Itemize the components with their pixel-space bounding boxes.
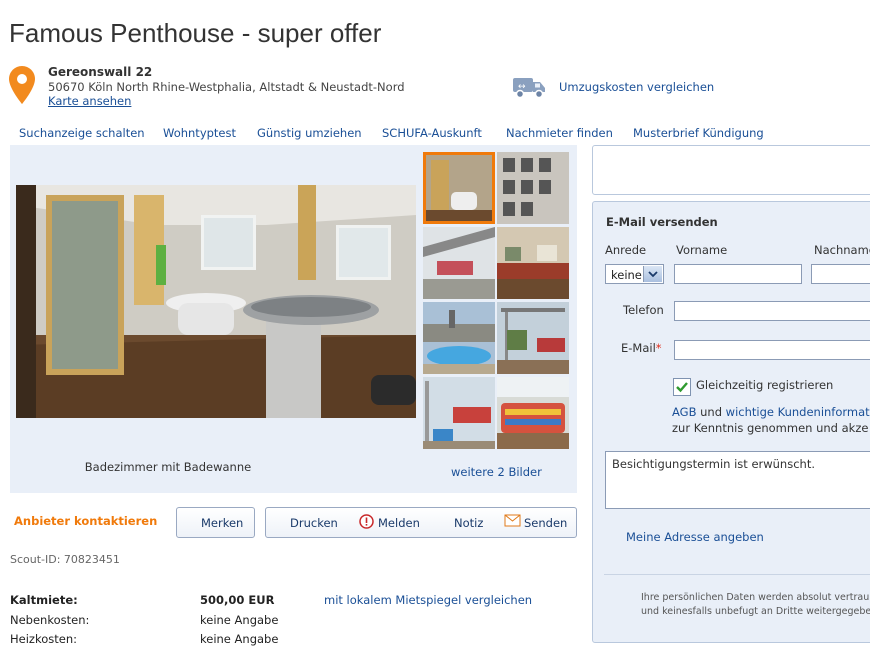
firstname-label: Vorname xyxy=(676,243,728,257)
thumbnail-1[interactable] xyxy=(423,152,495,224)
checkmark-icon xyxy=(676,382,688,393)
thumbnail-2[interactable] xyxy=(497,152,569,224)
privacy-note-line1: Ihre persönlichen Daten werden absolut v… xyxy=(641,592,870,603)
compare-moving-costs-link[interactable]: Umzugskosten vergleichen xyxy=(559,80,714,94)
email-label: E-Mail* xyxy=(621,341,662,355)
thumbnail-5[interactable] xyxy=(423,302,495,374)
thumbnail-7[interactable] xyxy=(423,377,495,449)
and-text: und xyxy=(700,405,723,419)
agb-link[interactable]: AGB xyxy=(672,405,696,419)
main-photo-bathroom[interactable] xyxy=(16,185,416,418)
cold-rent-value: 500,00 EUR xyxy=(200,593,275,607)
customer-info-link[interactable]: wichtige Kundeninformat xyxy=(726,405,870,419)
nav-schufa[interactable]: SCHUFA-Auskunft xyxy=(382,126,482,140)
note-button[interactable]: Notiz xyxy=(454,516,483,530)
lastname-input[interactable] xyxy=(811,264,870,284)
nav-find-tenant[interactable]: Nachmieter finden xyxy=(506,126,613,140)
contact-provider-button[interactable]: Anbieter kontaktieren xyxy=(14,514,157,528)
chevron-down-icon xyxy=(643,266,662,282)
additional-costs-label: Nebenkosten: xyxy=(10,613,90,627)
message-textarea[interactable]: Besichtigungstermin ist erwünscht. xyxy=(605,451,870,509)
thumbnail-6[interactable] xyxy=(497,302,569,374)
thumbnail-3[interactable] xyxy=(423,227,495,299)
salutation-select[interactable]: keine xyxy=(605,264,664,284)
send-envelope-icon xyxy=(504,514,521,527)
nav-search-ad[interactable]: Suchanzeige schalten xyxy=(19,126,145,140)
terms-line: AGB und wichtige Kundeninformat xyxy=(672,405,870,419)
more-photos-link[interactable]: weitere 2 Bilder xyxy=(451,465,542,479)
heating-costs-label: Heizkosten: xyxy=(10,632,77,646)
location-pin-icon xyxy=(9,66,35,104)
report-icon xyxy=(359,514,374,529)
address-street: Gereonswall 22 xyxy=(48,65,153,79)
photo-caption: Badezimmer mit Badewanne xyxy=(84,460,252,474)
thumbnail-8[interactable] xyxy=(497,377,569,449)
add-my-address-link[interactable]: Meine Adresse angeben xyxy=(626,530,764,544)
report-button[interactable]: Melden xyxy=(378,516,420,530)
salutation-label: Anrede xyxy=(605,243,647,257)
register-checkbox[interactable] xyxy=(673,378,691,396)
moving-truck-icon: ↔ xyxy=(513,78,545,99)
nav-living-type-test[interactable]: Wohntyptest xyxy=(163,126,236,140)
print-button[interactable]: Drucken xyxy=(290,516,338,530)
address-city: 50670 Köln North Rhine-Westphalia, Altst… xyxy=(48,80,405,94)
bookmark-button[interactable]: Merken xyxy=(176,507,255,538)
top-right-box xyxy=(592,145,870,195)
consent-text: zur Kenntnis genommen und akze xyxy=(672,421,869,435)
compare-rent-index-link[interactable]: mit lokalem Mietspiegel vergleichen xyxy=(324,593,532,607)
nav-cheap-moving[interactable]: Günstig umziehen xyxy=(257,126,362,140)
cold-rent-label: Kaltmiete: xyxy=(10,593,78,607)
email-form-heading: E-Mail versenden xyxy=(606,215,718,229)
message-text: Besichtigungstermin ist erwünscht. xyxy=(612,457,815,471)
divider xyxy=(604,574,870,575)
salutation-value: keine xyxy=(611,268,642,282)
phone-label: Telefon xyxy=(623,303,664,317)
scout-id: Scout-ID: 70823451 xyxy=(10,553,120,566)
nav-termination-letter[interactable]: Musterbrief Kündigung xyxy=(633,126,764,140)
heating-costs-value: keine Angabe xyxy=(200,632,279,646)
phone-input[interactable] xyxy=(674,301,870,321)
svg-text:↔: ↔ xyxy=(518,82,526,92)
view-map-link[interactable]: Karte ansehen xyxy=(48,94,131,108)
register-label: Gleichzeitig registrieren xyxy=(696,378,834,392)
thumbnail-4[interactable] xyxy=(497,227,569,299)
bookmark-label: Merken xyxy=(201,516,244,530)
firstname-input[interactable] xyxy=(674,264,802,284)
privacy-note-line2: und keinesfalls unbefugt an Dritte weite… xyxy=(641,606,870,617)
page-title: Famous Penthouse - super offer xyxy=(9,18,382,48)
send-button[interactable]: Senden xyxy=(524,516,567,530)
email-input[interactable] xyxy=(674,340,870,360)
additional-costs-value: keine Angabe xyxy=(200,613,279,627)
lastname-label: Nachname xyxy=(814,243,870,257)
